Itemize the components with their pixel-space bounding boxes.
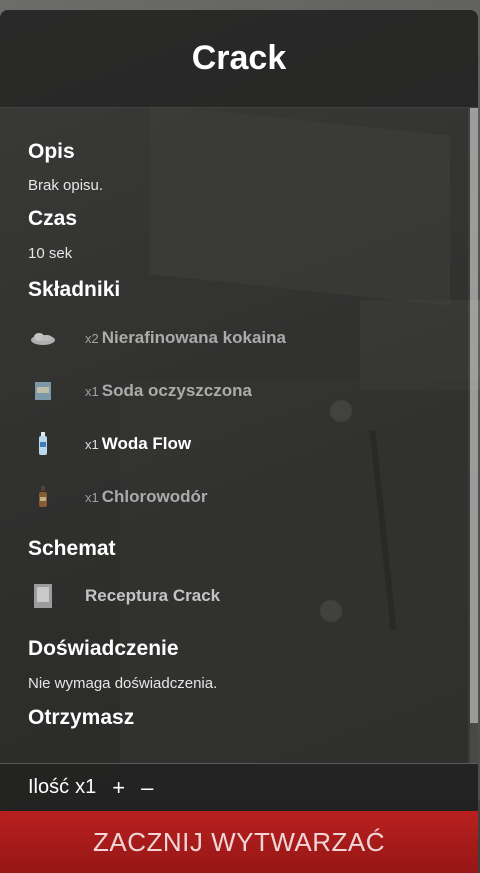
ingredient-item: x1 Soda oczyszczona bbox=[28, 373, 252, 409]
ingredient-name: Woda Flow bbox=[101, 434, 192, 453]
experience-heading: Doświadczenie bbox=[28, 637, 179, 660]
receive-heading: Otrzymasz bbox=[28, 706, 135, 729]
ingredient-name: Soda oczyszczona bbox=[101, 381, 252, 400]
start-crafting-button[interactable]: ZACZNIJ WYTWARZAĆ bbox=[0, 811, 478, 873]
time-text: 10 sek bbox=[28, 245, 73, 262]
ingredient-name: Nierafinowana kokaina bbox=[101, 328, 286, 347]
scrollbar[interactable] bbox=[470, 108, 478, 763]
panel-header: Crack bbox=[0, 10, 478, 108]
decrease-amount-button[interactable]: – bbox=[141, 776, 153, 799]
ingredient-item: x1 Woda Flow bbox=[28, 426, 191, 462]
ingredient-item: x1 Chlorowodór bbox=[28, 479, 208, 515]
page-title: Crack bbox=[191, 39, 287, 77]
amount-value: x1 bbox=[75, 776, 97, 798]
amount-label: Ilość bbox=[28, 776, 70, 798]
ingredient-quantity: x1 bbox=[85, 436, 99, 452]
ingredient-quantity: x2 bbox=[85, 330, 99, 346]
recipe-paper-icon bbox=[28, 581, 58, 611]
scrollbar-thumb[interactable] bbox=[470, 108, 478, 723]
cocaine-icon bbox=[28, 323, 58, 353]
experience-text: Nie wymaga doświadczenia. bbox=[28, 675, 218, 692]
ingredient-quantity: x1 bbox=[85, 383, 99, 399]
ingredient-quantity: x1 bbox=[85, 489, 99, 505]
time-heading: Czas bbox=[28, 207, 78, 230]
increase-amount-button[interactable]: + bbox=[112, 776, 125, 799]
schematic-item: Receptura Crack bbox=[28, 581, 220, 611]
ingredients-heading: Składniki bbox=[28, 278, 121, 301]
amount-bar: Ilość x1 + – bbox=[0, 763, 478, 811]
soda-box-icon bbox=[28, 376, 58, 406]
schematic-heading: Schemat bbox=[28, 537, 116, 560]
details-scroll-area[interactable]: Opis Brak opisu. Czas 10 sek Składniki x… bbox=[0, 108, 468, 763]
water-bottle-icon bbox=[28, 429, 58, 459]
schematic-name: Receptura Crack bbox=[85, 586, 221, 605]
ingredient-name: Chlorowodór bbox=[101, 487, 208, 506]
acid-bottle-icon bbox=[28, 482, 58, 512]
description-heading: Opis bbox=[28, 140, 75, 163]
ingredient-item: x2 Nierafinowana kokaina bbox=[28, 320, 286, 356]
description-text: Brak opisu. bbox=[28, 177, 104, 194]
